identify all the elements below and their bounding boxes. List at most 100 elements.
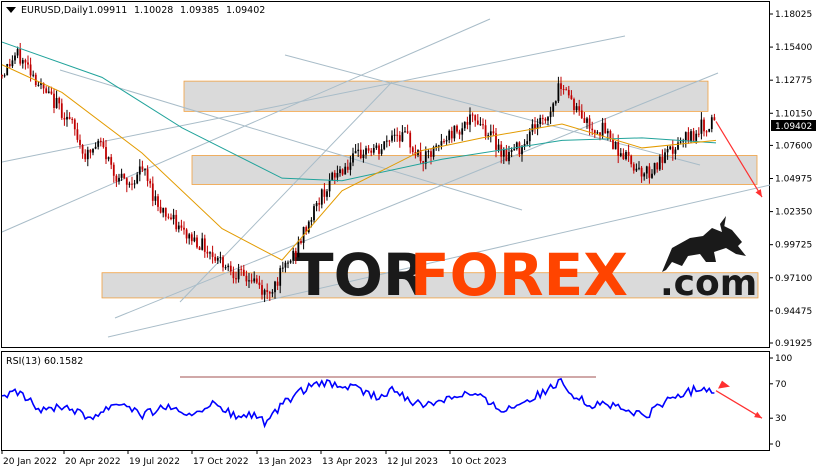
candle-body: [645, 166, 648, 174]
candle-body: [710, 117, 713, 130]
candle-body: [658, 156, 661, 170]
rsi-plot-frame: [1, 351, 770, 451]
price-tick-label: 1.18025: [775, 10, 812, 20]
candle-body: [313, 206, 315, 221]
candle-body: [567, 89, 570, 96]
candle-body: [622, 153, 625, 160]
price-tick-label: 1.07600: [775, 141, 812, 151]
price-zone: [191, 155, 758, 185]
candle-body: [656, 162, 659, 170]
candle-body: [81, 145, 84, 154]
candle-body: [385, 140, 388, 142]
candle-body: [341, 169, 344, 175]
candle-body: [86, 149, 89, 160]
candle-body: [263, 290, 266, 295]
candle-body: [112, 164, 115, 176]
candle-body: [94, 146, 97, 149]
candle-body: [687, 132, 690, 142]
candle-body: [60, 103, 63, 118]
candle-body: [565, 89, 568, 91]
candle-body: [643, 173, 646, 177]
candle-body: [284, 262, 287, 268]
candle-body: [708, 129, 711, 132]
candle-body: [609, 131, 612, 139]
candle-body: [281, 267, 284, 269]
candle-body: [24, 60, 27, 63]
candle-body: [318, 203, 321, 205]
candle-body: [310, 220, 313, 222]
candle-body: [677, 142, 679, 150]
candle-body: [271, 292, 274, 294]
candle-body: [120, 173, 123, 178]
candle-body: [625, 151, 627, 160]
candle-body: [315, 203, 318, 207]
candle-body: [261, 285, 263, 295]
candle-body: [149, 180, 152, 184]
candle-body: [50, 91, 53, 94]
candle-body: [209, 252, 211, 254]
candle-body: [372, 147, 375, 153]
candle-body: [336, 173, 339, 178]
candle-body: [458, 131, 461, 135]
price-tick-label: 1.12775: [775, 76, 812, 86]
candle-body: [580, 110, 583, 119]
price-tick-label: 0.97100: [775, 274, 812, 284]
candle-body: [29, 64, 32, 76]
candle-body: [19, 49, 22, 64]
candle-body: [651, 173, 653, 178]
candle-body: [1, 74, 3, 77]
candle-body: [279, 268, 282, 286]
candle-body: [357, 149, 360, 152]
chart-symbol: EURUSD,Daily: [21, 5, 88, 16]
price-tick-label: 0.99725: [775, 241, 812, 251]
candle-body: [47, 91, 50, 93]
candle-body: [614, 142, 617, 150]
candle-body: [245, 275, 248, 282]
time-tick-label: 12 Jul 2023: [387, 457, 438, 467]
candle-body: [287, 262, 289, 264]
candle-body: [227, 265, 230, 268]
candle-body: [482, 124, 484, 126]
candle-body: [471, 114, 474, 116]
price-zone: [183, 80, 709, 112]
candle-body: [674, 149, 677, 154]
candle-body: [102, 142, 105, 148]
candle-body: [84, 153, 87, 160]
candle-body: [469, 114, 471, 125]
candle-body: [502, 149, 505, 157]
candle-body: [612, 138, 614, 150]
candle-body: [266, 290, 269, 293]
candle-body: [294, 250, 297, 258]
candle-body: [175, 214, 178, 230]
candle-body: [248, 280, 250, 282]
candle-body: [632, 164, 635, 171]
candle-body: [617, 142, 620, 156]
candle-body: [573, 99, 575, 111]
chart-window: TOR FOREX .com EURUSD,Daily 1.09911 1.10…: [0, 0, 816, 471]
candle-body: [151, 183, 154, 201]
candle-body: [445, 140, 448, 142]
candle-body: [640, 167, 643, 177]
candle-body: [110, 157, 113, 165]
candle-body: [539, 117, 542, 125]
candle-body: [292, 250, 295, 261]
candle-body: [16, 49, 19, 56]
candle-body: [638, 167, 640, 169]
candle-body: [268, 292, 271, 294]
candle-body: [365, 148, 367, 155]
rsi-tick-label: 0: [775, 440, 781, 450]
candle-body: [560, 83, 562, 90]
rsi-tick-label: 30: [775, 414, 787, 424]
candle-body: [216, 257, 219, 261]
candle-body: [206, 251, 209, 254]
candle-body: [575, 106, 578, 111]
candle-body: [11, 60, 14, 67]
candle-body: [331, 172, 334, 181]
candle-body: [552, 103, 555, 112]
candle-body: [105, 147, 107, 160]
candle-body: [131, 183, 133, 185]
candle-body: [448, 130, 451, 141]
time-axis: 20 Jan 2022 20 Apr 2022 19 Jul 2022 17 Oct …: [1, 450, 507, 467]
candle-body: [346, 166, 349, 170]
candle-body: [541, 117, 544, 119]
